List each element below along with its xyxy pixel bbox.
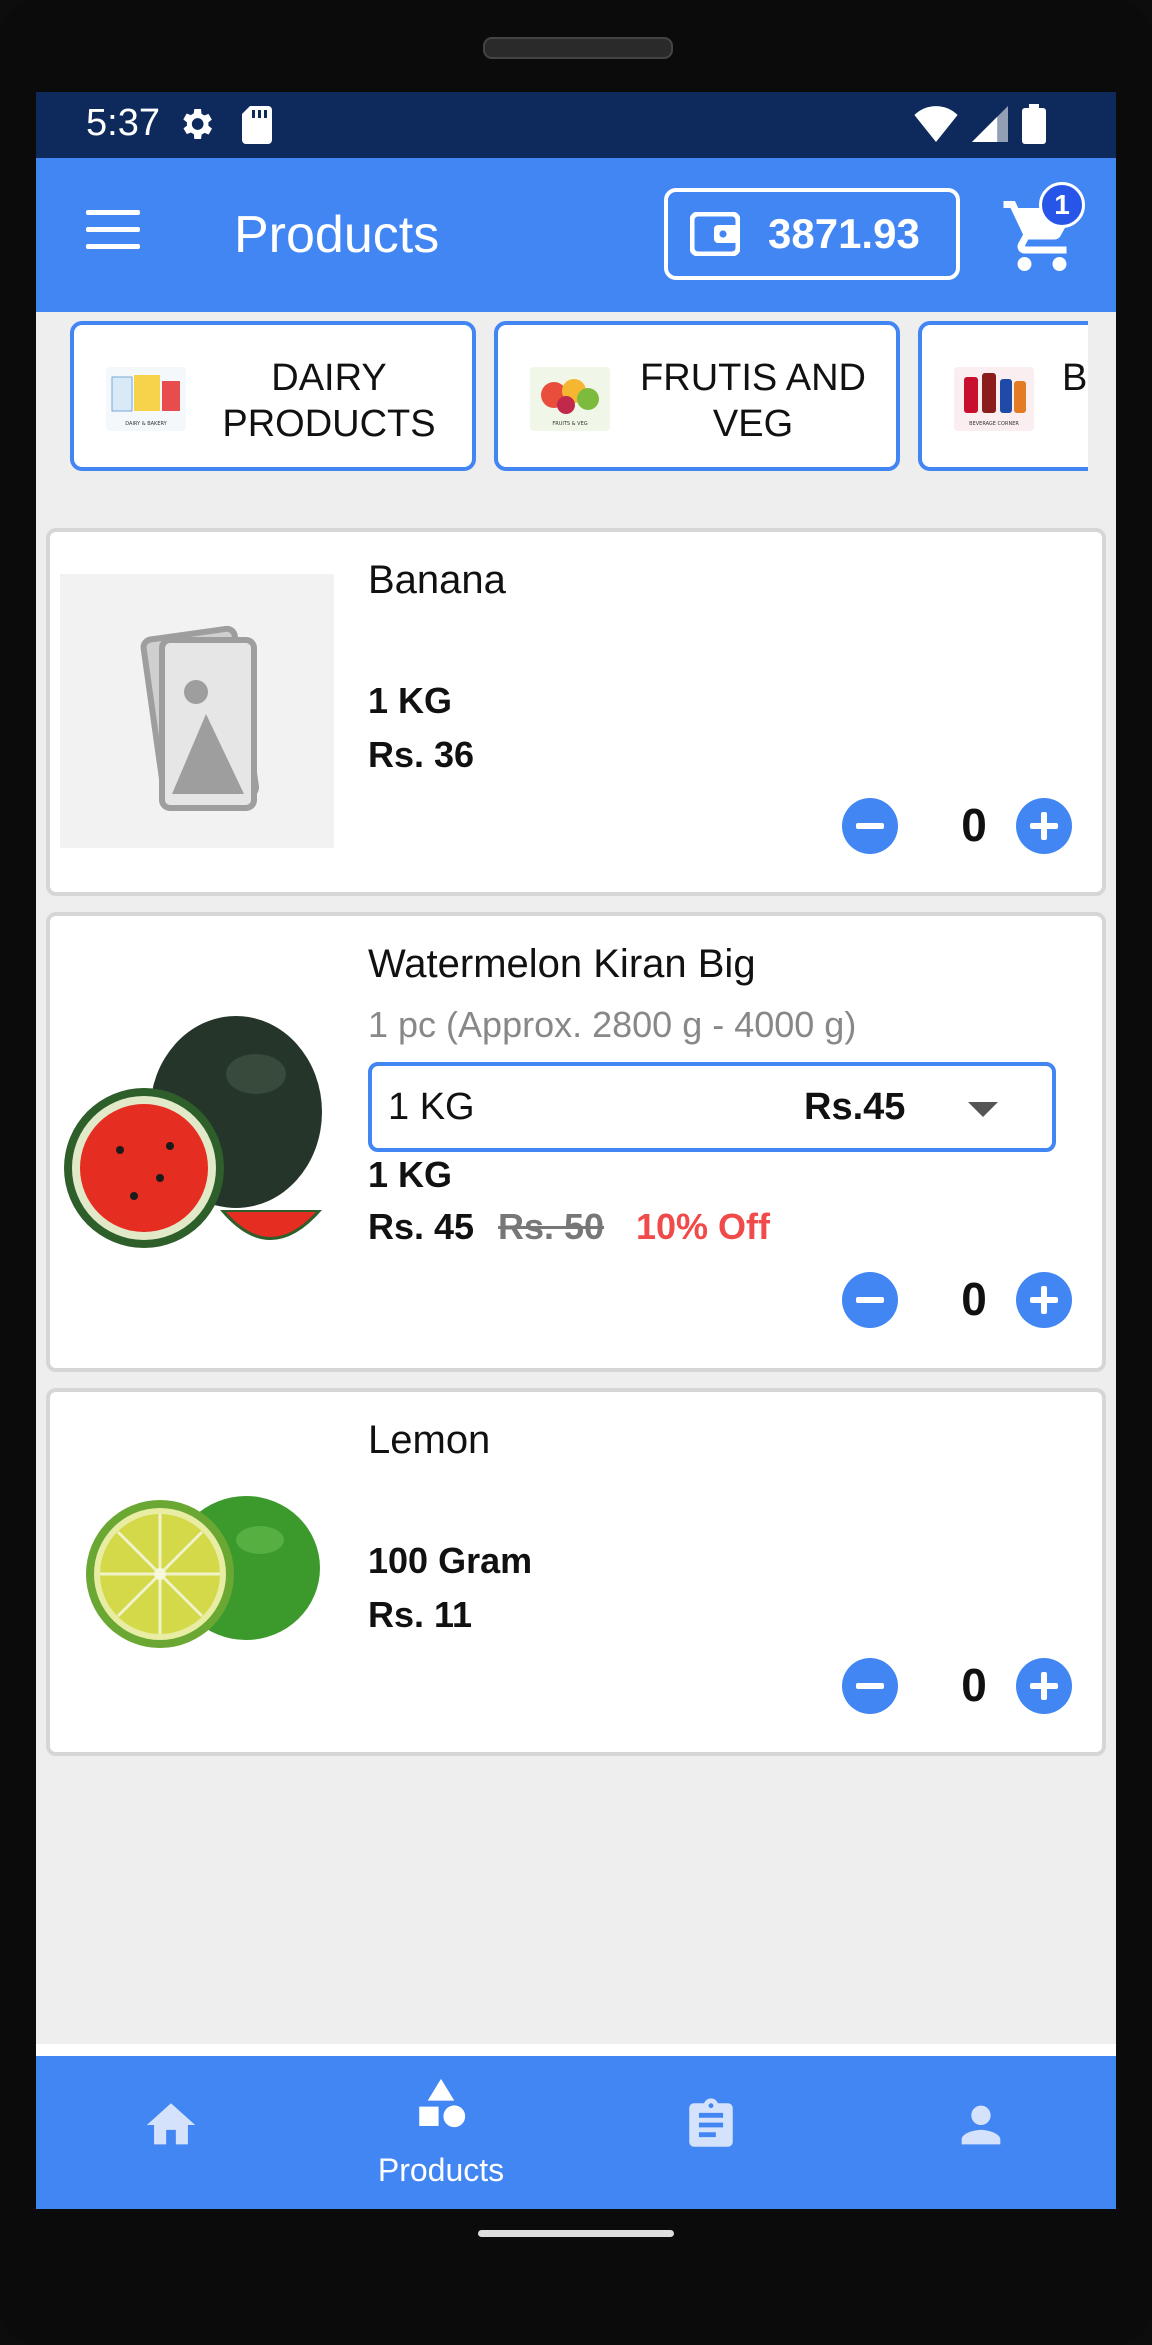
product-price: Rs. 36 (368, 734, 475, 775)
wallet-balance-button[interactable]: 3871.93 (664, 188, 960, 280)
product-price: Rs. 45 (368, 1206, 475, 1247)
product-description: 1 pc (Approx. 2800 g - 4000 g) (368, 1004, 857, 1045)
product-unit: 100 Gram (368, 1540, 533, 1581)
product-name: Watermelon Kiran Big (368, 942, 756, 986)
product-image-lemon (60, 1434, 334, 1708)
category-strip: DAIRY & BAKERY DAIRY PRODUCTS FRUITS & V… (36, 312, 1088, 477)
product-discount: 10% Off (636, 1206, 771, 1247)
decrease-quantity-button[interactable] (842, 798, 898, 854)
page-title: Products (234, 206, 440, 264)
sd-card-icon (242, 106, 272, 144)
increase-quantity-button[interactable] (1016, 1272, 1072, 1328)
divider (36, 2044, 1116, 2056)
dropdown-caret-icon (968, 1102, 998, 1117)
variant-price: Rs.45 (804, 1086, 906, 1128)
decrease-quantity-button[interactable] (842, 1658, 898, 1714)
product-image-watermelon (60, 1000, 334, 1274)
product-unit: 1 KG (368, 680, 453, 721)
status-indicators (914, 104, 1046, 144)
wallet-amount: 3871.93 (768, 210, 920, 257)
category-thumbnail-caption: FRUITS & VEG (552, 421, 587, 427)
image-placeholder-icon (140, 625, 260, 811)
device-frame: 5:37 Products 3871.93 1 DAIRY & BAKERY D… (0, 0, 1152, 2345)
orders-clipboard-icon (689, 2098, 733, 2147)
nav-tab-products[interactable]: Products (306, 2056, 576, 2209)
category-card-fruits-veg[interactable]: FRUITS & VEG FRUTIS AND VEG (494, 321, 900, 471)
product-image-placeholder (60, 574, 334, 848)
menu-hamburger-icon[interactable] (86, 210, 140, 254)
product-card-watermelon[interactable]: Watermelon Kiran Big 1 pc (Approx. 2800 … (46, 912, 1106, 1372)
category-thumbnail-caption: DAIRY & BAKERY (125, 421, 167, 427)
quantity-value: 0 (961, 799, 987, 851)
product-price: Rs. 11 (368, 1594, 473, 1635)
product-card-banana[interactable]: Banana 1 KG Rs. 36 0 (46, 528, 1106, 896)
nav-label-products: Products (377, 2152, 505, 2188)
app-screen: 5:37 Products 3871.93 1 DAIRY & BAKERY D… (36, 92, 1116, 2209)
nav-tab-profile[interactable] (846, 2056, 1116, 2209)
status-time: 5:37 (86, 102, 160, 144)
earpiece-speaker (483, 37, 673, 59)
nav-tab-home[interactable] (36, 2056, 306, 2209)
category-label: FRUTIS AND VEG (640, 357, 866, 445)
quantity-value: 0 (961, 1659, 987, 1711)
category-thumbnail-beverages: BEVERAGE CORNER (954, 367, 1034, 431)
increase-quantity-button[interactable] (1016, 1658, 1072, 1714)
app-bar: Products 3871.93 1 (36, 158, 1116, 312)
category-thumbnail-caption: BEVERAGE CORNER (969, 421, 1019, 427)
quantity-value: 0 (961, 1273, 987, 1325)
product-unit: 1 KG (368, 1154, 453, 1195)
variant-dropdown[interactable]: 1 KG Rs.45 (368, 1062, 1056, 1152)
wifi-icon (914, 106, 958, 142)
settings-gear-icon (183, 109, 212, 139)
product-card-lemon[interactable]: Lemon 100 Gram Rs. 11 0 (46, 1388, 1106, 1756)
category-card-dairy[interactable]: DAIRY & BAKERY DAIRY PRODUCTS (70, 321, 476, 471)
gesture-home-indicator[interactable] (478, 2230, 674, 2237)
wallet-icon (690, 212, 740, 256)
cart-count-badge: 1 (1039, 182, 1085, 228)
variant-unit: 1 KG (388, 1086, 475, 1128)
product-name: Banana (368, 558, 506, 602)
category-label: DAIRY PRODUCTS (222, 357, 436, 445)
status-bar: 5:37 (36, 92, 1116, 158)
bottom-navigation: Products (36, 2056, 1116, 2209)
category-label: B (1062, 357, 1088, 399)
product-mrp-strikethrough: Rs. 50 (498, 1206, 605, 1247)
category-shapes-icon (419, 2078, 466, 2128)
battery-icon (1022, 104, 1046, 144)
nav-tab-orders[interactable] (576, 2056, 846, 2209)
category-thumbnail-dairy: DAIRY & BAKERY (106, 367, 186, 431)
profile-icon (961, 2105, 1001, 2145)
cell-signal-icon (972, 106, 1008, 142)
product-name: Lemon (368, 1418, 491, 1462)
increase-quantity-button[interactable] (1016, 798, 1072, 854)
category-thumbnail-fruits-veg: FRUITS & VEG (530, 367, 610, 431)
home-icon (146, 2103, 196, 2145)
category-card-beverages[interactable]: BEVERAGE CORNER B (918, 321, 1088, 471)
decrease-quantity-button[interactable] (842, 1272, 898, 1328)
